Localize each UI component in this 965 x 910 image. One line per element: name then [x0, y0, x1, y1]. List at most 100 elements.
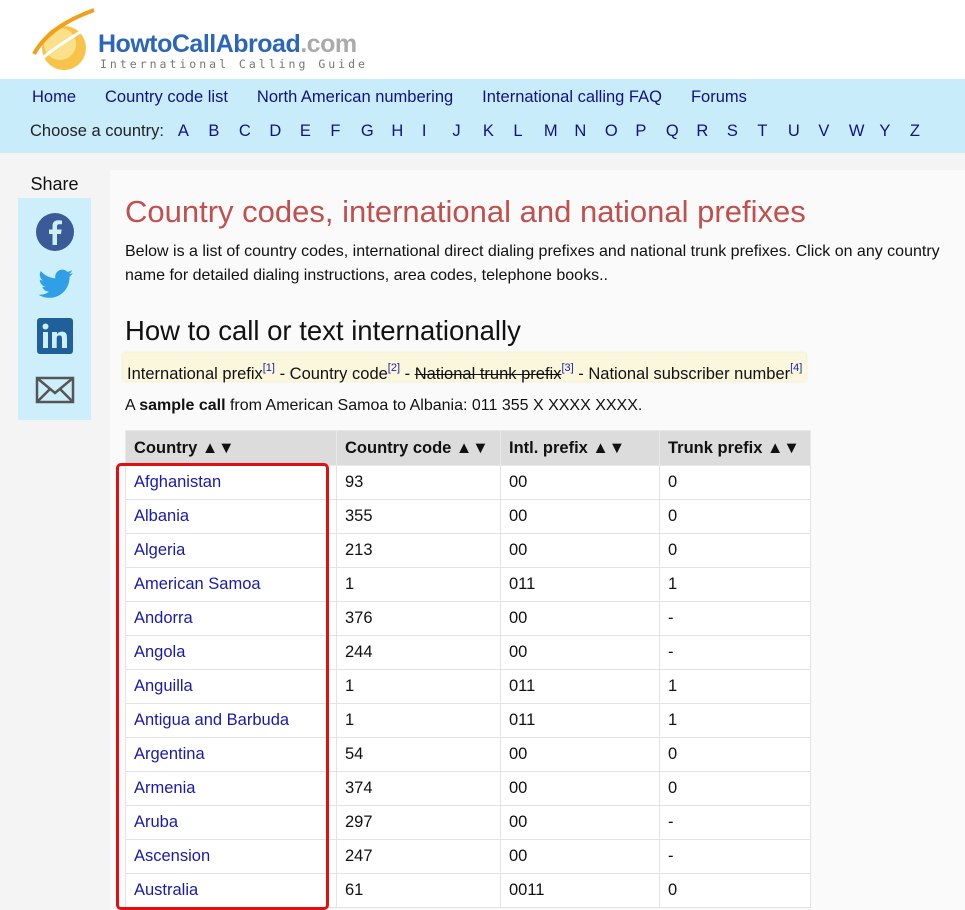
- trunk-prefix-cell: 0: [659, 499, 811, 534]
- country-cell: Ascension: [125, 839, 337, 874]
- country-link[interactable]: Andorra: [134, 609, 193, 627]
- country-code-cell: 1: [336, 669, 501, 704]
- country-link[interactable]: Albania: [134, 507, 189, 525]
- site-logo[interactable]: HowtoCallAbroad.com International Callin…: [28, 8, 388, 74]
- letter-link-r[interactable]: R: [696, 122, 727, 141]
- legend-country-code: Country code: [289, 365, 388, 383]
- country-link[interactable]: Ascension: [134, 847, 210, 865]
- nav-link-north-american-numbering[interactable]: North American numbering: [257, 88, 453, 107]
- footnote-link-2[interactable]: [2]: [388, 362, 400, 374]
- sample-rest: from American Samoa to Albania: 011 355 …: [225, 397, 643, 414]
- letter-link-p[interactable]: P: [635, 122, 666, 141]
- footnote-link-1[interactable]: [1]: [263, 362, 275, 374]
- letter-link-b[interactable]: B: [208, 122, 239, 141]
- intl-prefix-cell: 00: [500, 737, 660, 772]
- letter-link-f[interactable]: F: [330, 122, 361, 141]
- letter-link-z[interactable]: Z: [910, 122, 941, 141]
- logo-subtitle: International Calling Guide: [100, 57, 368, 71]
- logo-text: HowtoCallAbroad.com: [98, 30, 357, 58]
- table-row: Andorra 376 00-: [125, 601, 811, 636]
- sample-bold: sample call: [139, 397, 226, 414]
- email-icon[interactable]: [35, 370, 75, 410]
- facebook-icon[interactable]: [35, 212, 75, 252]
- country-link[interactable]: Algeria: [134, 541, 185, 559]
- country-code-cell: 54: [336, 737, 501, 772]
- letter-link-m[interactable]: M: [544, 122, 575, 141]
- country-link[interactable]: Afghanistan: [134, 473, 221, 491]
- legend-trunk-prefix: National trunk prefix: [414, 365, 562, 383]
- country-link[interactable]: Aruba: [134, 813, 178, 831]
- country-code-cell: 1: [336, 567, 501, 602]
- table-row: Afghanistan 93 00 0: [125, 465, 811, 500]
- country-cell: Afghanistan: [125, 465, 337, 500]
- table-row: Argentina 54 00 0: [125, 737, 811, 772]
- letter-link-d[interactable]: D: [269, 122, 300, 141]
- letter-link-y[interactable]: Y: [879, 122, 910, 141]
- country-cell: Armenia: [125, 771, 337, 806]
- letter-link-j[interactable]: J: [452, 122, 483, 141]
- intl-prefix-cell: 00: [500, 839, 660, 874]
- letter-link-n[interactable]: N: [574, 122, 605, 141]
- country-link[interactable]: American Samoa: [134, 575, 261, 593]
- trunk-prefix-cell: 1: [659, 703, 811, 738]
- country-link[interactable]: Angola: [134, 643, 185, 661]
- letter-link-h[interactable]: H: [391, 122, 422, 141]
- country-code-cell: 93: [336, 465, 501, 500]
- column-header-1[interactable]: Country code ▲▼: [336, 430, 501, 466]
- country-cell: Angola: [125, 635, 337, 670]
- footnote-link-3[interactable]: [3]: [561, 362, 573, 374]
- country-codes-table: Country ▲▼ Country code ▲▼ Intl. prefix ▲▼…: [125, 430, 811, 908]
- letter-link-i[interactable]: I: [422, 122, 453, 141]
- letter-link-w[interactable]: W: [849, 122, 880, 141]
- country-link[interactable]: Anguilla: [134, 677, 193, 695]
- nav-link-international-calling-faq[interactable]: International calling FAQ: [482, 88, 662, 107]
- country-link[interactable]: Argentina: [134, 745, 205, 763]
- main-navigation: Home Country code list North American numb…: [0, 79, 965, 153]
- trunk-prefix-cell: -: [659, 805, 811, 840]
- share-title: Share: [30, 174, 79, 194]
- letter-link-s[interactable]: S: [727, 122, 758, 141]
- globe-logo-icon: [32, 8, 99, 70]
- linkedin-icon[interactable]: [35, 316, 75, 356]
- legend-separator: -: [400, 365, 415, 383]
- letter-link-e[interactable]: E: [300, 122, 331, 141]
- country-cell: Antigua and Barbuda: [125, 703, 337, 738]
- letter-link-t[interactable]: T: [757, 122, 788, 141]
- table-row: Algeria 213 00 0: [125, 533, 811, 568]
- letter-link-c[interactable]: C: [239, 122, 270, 141]
- column-header-0[interactable]: Country ▲▼: [125, 430, 337, 466]
- country-cell: Argentina: [125, 737, 337, 772]
- nav-link-forums[interactable]: Forums: [691, 88, 747, 107]
- number-format-legend: International prefix[1] - Country code[2…: [123, 353, 807, 383]
- trunk-prefix-cell: 0: [659, 533, 811, 568]
- table-row: Albania 355 00 0: [125, 499, 811, 534]
- letter-link-k[interactable]: K: [483, 122, 514, 141]
- letter-link-a[interactable]: A: [178, 122, 209, 141]
- letter-link-u[interactable]: U: [788, 122, 819, 141]
- letter-link-v[interactable]: V: [818, 122, 849, 141]
- table-row: Australia 61 0011 0: [125, 873, 811, 908]
- nav-link-home[interactable]: Home: [32, 88, 76, 107]
- column-header-2[interactable]: Intl. prefix ▲▼: [500, 430, 660, 466]
- country-cell: Andorra: [125, 601, 337, 636]
- table-row: Angola 244 00-: [125, 635, 811, 670]
- letter-link-o[interactable]: O: [605, 122, 636, 141]
- trunk-prefix-cell: 0: [659, 873, 811, 908]
- country-link[interactable]: Australia: [134, 881, 198, 899]
- letter-link-l[interactable]: L: [513, 122, 544, 141]
- country-code-cell: 1: [336, 703, 501, 738]
- intl-prefix-cell: 00: [500, 499, 660, 534]
- share-panel: Share: [18, 174, 91, 420]
- country-code-cell: 297: [336, 805, 501, 840]
- table-row: Anguilla 1 011 1: [125, 669, 811, 704]
- nav-link-country-code-list[interactable]: Country code list: [105, 88, 228, 107]
- country-link[interactable]: Antigua and Barbuda: [134, 711, 289, 729]
- column-header-3[interactable]: Trunk prefix ▲▼: [659, 430, 811, 466]
- country-link[interactable]: Armenia: [134, 779, 195, 797]
- choose-country-label: Choose a country:: [30, 122, 164, 140]
- letter-link-g[interactable]: G: [361, 122, 392, 141]
- letter-link-q[interactable]: Q: [666, 122, 697, 141]
- table-row: Aruba 297 00-: [125, 805, 811, 840]
- twitter-icon[interactable]: [35, 264, 75, 304]
- footnote-link-4[interactable]: [4]: [790, 362, 802, 374]
